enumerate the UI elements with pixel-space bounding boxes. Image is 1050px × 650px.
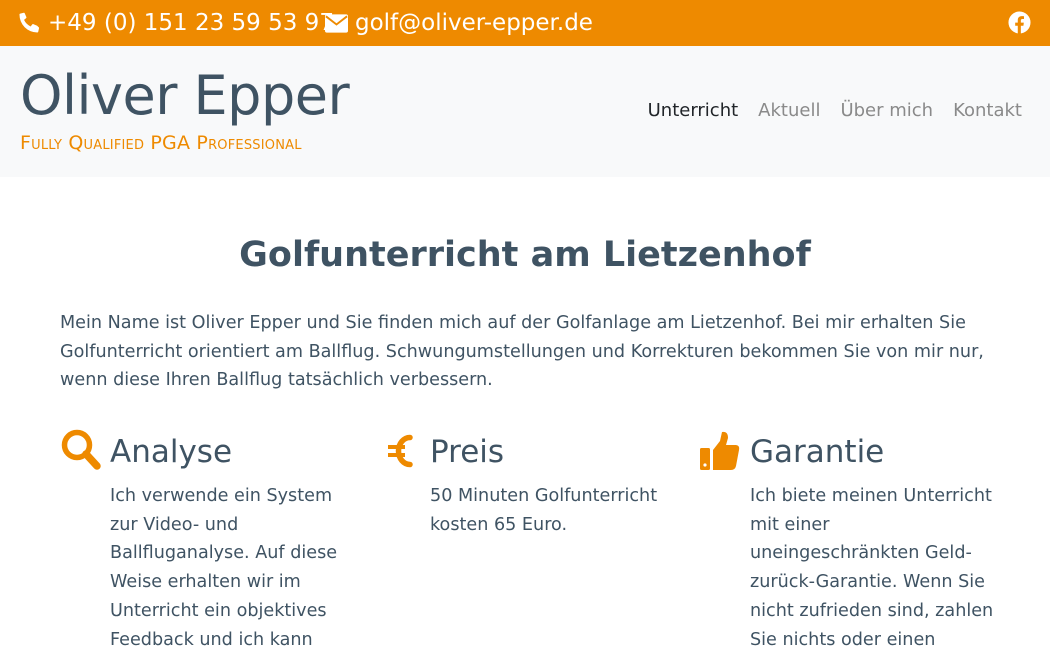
- email-link[interactable]: golf@oliver-epper.de: [325, 7, 593, 39]
- phone-number[interactable]: +49 (0) 151 23 59 53 97: [48, 7, 334, 39]
- page-title: Golfunterricht am Lietzenhof: [239, 235, 811, 275]
- search-icon: [61, 429, 101, 470]
- nav-item-aktuell[interactable]: Aktuell: [758, 99, 820, 123]
- facebook-link[interactable]: [1008, 11, 1031, 34]
- feature-text: Ich verwende ein System zur Video- und B…: [110, 486, 338, 650]
- site-header: Oliver Epper Fully Qualified PGA Profess…: [0, 46, 1050, 177]
- euro-icon: [388, 434, 413, 468]
- intro-text: Mein Name ist Oliver Epper und Sie finde…: [60, 313, 984, 391]
- top-contact-bar: +49 (0) 151 23 59 53 97 golf@oliver-eppe…: [0, 0, 1050, 46]
- thumbs-up-icon: [700, 431, 740, 470]
- site-brand[interactable]: Oliver Epper: [20, 64, 350, 128]
- envelope-icon: [325, 13, 348, 33]
- facebook-icon: [1008, 11, 1031, 34]
- nav-item-ueber-mich[interactable]: Über mich: [840, 99, 933, 123]
- feature-text: 50 Minuten Golfunterricht kosten 65 Euro…: [430, 486, 658, 535]
- phone-link[interactable]: +49 (0) 151 23 59 53 97: [18, 7, 334, 39]
- feature-title: Garantie: [750, 434, 885, 470]
- site-tagline: Fully Qualified PGA Professional: [20, 132, 302, 154]
- phone-icon: [19, 12, 40, 32]
- nav-item-unterricht[interactable]: Unterricht: [648, 99, 739, 123]
- feature-text: Ich biete meinen Unterricht mit einer un…: [750, 486, 994, 650]
- feature-title: Analyse: [110, 434, 233, 470]
- feature-title: Preis: [430, 434, 505, 470]
- email-address[interactable]: golf@oliver-epper.de: [355, 7, 593, 39]
- main-nav: Unterricht Aktuell Über mich Kontakt: [648, 99, 1022, 123]
- nav-item-kontakt[interactable]: Kontakt: [953, 99, 1022, 123]
